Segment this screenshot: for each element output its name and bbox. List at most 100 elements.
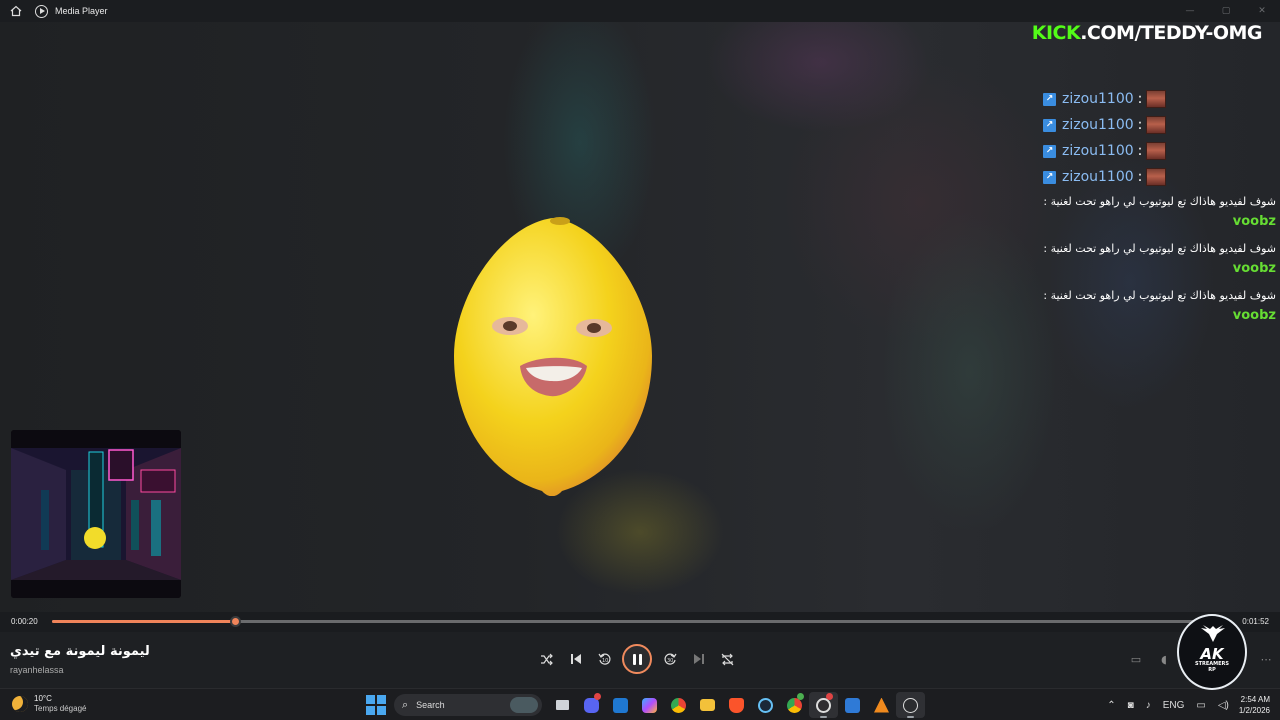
- kick-brand: KICK: [1031, 22, 1081, 44]
- rewind-10-button[interactable]: 10: [590, 644, 619, 674]
- rewind-icon: 10: [598, 653, 611, 665]
- seek-track[interactable]: [52, 616, 1230, 627]
- minimize-button[interactable]: —: [1172, 0, 1208, 22]
- obs-taskbar-button[interactable]: [809, 692, 838, 718]
- notification-badge: [594, 693, 601, 700]
- chat-message: شوف لفيديو هاذاك تع ليوتيوب لي راهو تحت …: [1040, 286, 1276, 326]
- task-view-icon: [556, 700, 569, 710]
- chat-line: ↗ zizou1100 :: [1040, 112, 1280, 138]
- window-controls: — ▢ ✕: [1172, 0, 1280, 22]
- home-icon[interactable]: [9, 4, 23, 18]
- notification-badge: [797, 693, 804, 700]
- logo-sub-text-2: RP: [1208, 667, 1216, 673]
- task-view-button[interactable]: [548, 692, 577, 718]
- chat-username: zizou1100: [1062, 143, 1134, 159]
- system-tray: ⌃ ◙ ♪ ENG ▭ ◁) 2:54 AM 1/2/2026: [1101, 689, 1280, 720]
- badge-icon: ↗: [1043, 118, 1056, 132]
- emote-icon: [1146, 142, 1167, 160]
- active-indicator: [820, 716, 827, 718]
- outlook-taskbar-button[interactable]: [606, 692, 635, 718]
- weather-widget[interactable]: 10°C Temps dégagé: [12, 694, 86, 714]
- start-button[interactable]: [366, 695, 386, 715]
- chat-separator: :: [1137, 117, 1143, 133]
- chat-separator: :: [1043, 242, 1048, 255]
- next-icon: [693, 654, 704, 664]
- tray-overflow-icon[interactable]: ⌃: [1107, 700, 1115, 711]
- chat-username: zizou1100: [1062, 117, 1134, 133]
- album-art-image: [11, 430, 181, 598]
- search-highlight-icon: [510, 697, 538, 713]
- close-button[interactable]: ✕: [1244, 0, 1280, 22]
- media-player-icon: [903, 697, 918, 713]
- discord-taskbar-button[interactable]: [577, 692, 606, 718]
- chat-username: voobz: [1232, 261, 1276, 276]
- chat-message: شوف لفيديو هاذاك تع ليوتيوب لي راهو تحت …: [1040, 192, 1276, 232]
- previous-icon: [570, 654, 581, 664]
- cone-icon: [874, 697, 889, 713]
- taskbar-search[interactable]: ⌕ Search: [394, 694, 542, 716]
- search-icon: ⌕: [402, 698, 409, 711]
- chat-message-text: شوف لفيديو هاذاك تع ليوتيوب لي راهو تحت …: [1050, 195, 1276, 208]
- recording-badge: [826, 693, 833, 700]
- more-options-icon[interactable]: ⋯: [1252, 648, 1280, 670]
- video-canvas[interactable]: KICK.COM/TEDDY-OMG ↗ zizou1100 : ↗ zizou…: [0, 22, 1280, 612]
- previous-button[interactable]: [561, 644, 590, 674]
- ak-streamers-logo: AK STREAMERS RP: [1177, 614, 1247, 690]
- seek-bar[interactable]: 0:00:20 0:01:52: [0, 612, 1280, 632]
- playback-controls: 10 30: [532, 644, 742, 674]
- chrome-alt-taskbar-button[interactable]: [780, 692, 809, 718]
- chat-separator: :: [1137, 143, 1143, 159]
- chat-message: شوف لفيديو هاذاك تع ليوتيوب لي راهو تحت …: [1040, 239, 1276, 279]
- vlc-taskbar-button[interactable]: [867, 692, 896, 718]
- search-label: Search: [416, 700, 445, 710]
- pause-button[interactable]: [622, 644, 652, 674]
- outlook-icon: [613, 697, 628, 713]
- forward-icon: 30: [663, 653, 676, 665]
- steam-taskbar-button[interactable]: [751, 692, 780, 718]
- clock[interactable]: 2:54 AM 1/2/2026: [1239, 694, 1270, 716]
- moon-icon: [12, 696, 28, 712]
- chat-line: ↗ zizou1100 :: [1040, 86, 1280, 112]
- copilot-taskbar-button[interactable]: [635, 692, 664, 718]
- chrome-taskbar-button[interactable]: [664, 692, 693, 718]
- kick-channel: .COM/TEDDY-OMG: [1080, 22, 1262, 44]
- chrome-icon: [671, 697, 686, 713]
- control-bar: ليمونة ليمونة مع تيدي rayanhelassa 10 30: [0, 632, 1280, 688]
- maximize-button[interactable]: ▢: [1208, 0, 1244, 22]
- shuffle-button[interactable]: [532, 644, 561, 674]
- chat-message-text: شوف لفيديو هاذاك تع ليوتيوب لي راهو تحت …: [1050, 242, 1276, 255]
- media-player-taskbar-button[interactable]: [896, 692, 925, 718]
- miniplayer-icon[interactable]: ▭: [1122, 648, 1150, 670]
- next-button[interactable]: [684, 644, 713, 674]
- brave-icon: [729, 697, 744, 713]
- album-art[interactable]: [11, 430, 181, 598]
- chat-line: ↗ zizou1100 :: [1040, 138, 1280, 164]
- chat-username: zizou1100: [1062, 169, 1134, 185]
- volume-icon[interactable]: ◖: [1150, 648, 1178, 670]
- repeat-off-icon: [721, 653, 734, 665]
- emote-icon: [1146, 116, 1167, 134]
- app-taskbar-button[interactable]: [838, 692, 867, 718]
- chat-separator: :: [1043, 289, 1048, 302]
- duration: 0:01:52: [1242, 617, 1269, 626]
- taskbar-apps: ⌕ Search: [365, 692, 925, 718]
- forward-30-button[interactable]: 30: [655, 644, 684, 674]
- repeat-button[interactable]: [713, 644, 742, 674]
- discord-tray-icon[interactable]: ◙: [1128, 700, 1134, 711]
- pause-icon: [632, 653, 642, 665]
- network-icon[interactable]: ▭: [1196, 700, 1205, 711]
- seek-handle[interactable]: [229, 616, 241, 627]
- clock-date: 1/2/2026: [1238, 706, 1270, 715]
- copilot-icon: [642, 697, 657, 713]
- brave-taskbar-button[interactable]: [722, 692, 751, 718]
- chat-separator: :: [1137, 91, 1143, 107]
- phoenix-icon: [1201, 625, 1225, 642]
- speaker-icon[interactable]: ◁): [1218, 700, 1229, 711]
- language-indicator[interactable]: ENG: [1163, 700, 1185, 711]
- chat-line: ↗ zizou1100 :: [1040, 164, 1280, 190]
- chat-separator: :: [1043, 195, 1048, 208]
- microphone-icon[interactable]: ♪: [1146, 700, 1151, 711]
- file-explorer-taskbar-button[interactable]: [693, 692, 722, 718]
- song-title: ليمونة ليمونة مع تيدي: [10, 644, 150, 659]
- song-artist[interactable]: rayanhelassa: [10, 665, 64, 675]
